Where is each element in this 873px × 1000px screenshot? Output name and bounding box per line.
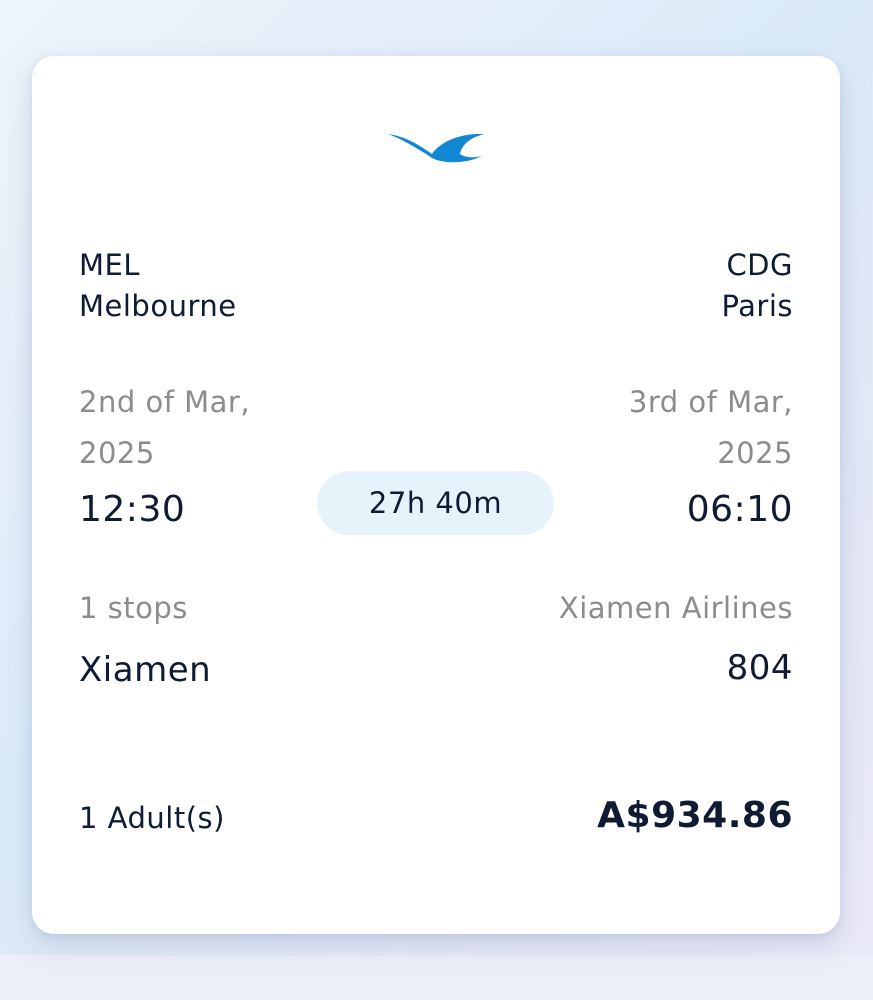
arrival-date-line2: 2025 [717,436,793,470]
arrival-time: 06:10 [686,489,793,530]
stops-count: 1 stops [79,591,188,625]
destination-code: CDG [726,248,793,282]
airline-name: Xiamen Airlines [558,591,793,625]
page-bottom-band [0,955,873,1000]
passenger-count: 1 Adult(s) [79,801,225,835]
departure-date-line1: 2nd of Mar, [79,385,251,419]
price: A$934.86 [597,795,793,836]
stop-city: Xiamen [79,650,212,690]
destination-city: Paris [721,289,793,323]
departure-date-line2: 2025 [79,436,155,470]
flight-number: 804 [726,648,793,688]
duration-badge: 27h 40m [317,471,554,535]
flight-result-card[interactable]: MEL Melbourne CDG Paris 2nd of Mar, 2025… [32,56,840,934]
duration-text: 27h 40m [368,486,503,520]
origin-city: Melbourne [79,289,237,323]
arrival-date-line1: 3rd of Mar, [628,385,793,419]
airline-logo-icon [388,133,484,163]
departure-time: 12:30 [79,489,186,530]
origin-code: MEL [79,248,141,282]
